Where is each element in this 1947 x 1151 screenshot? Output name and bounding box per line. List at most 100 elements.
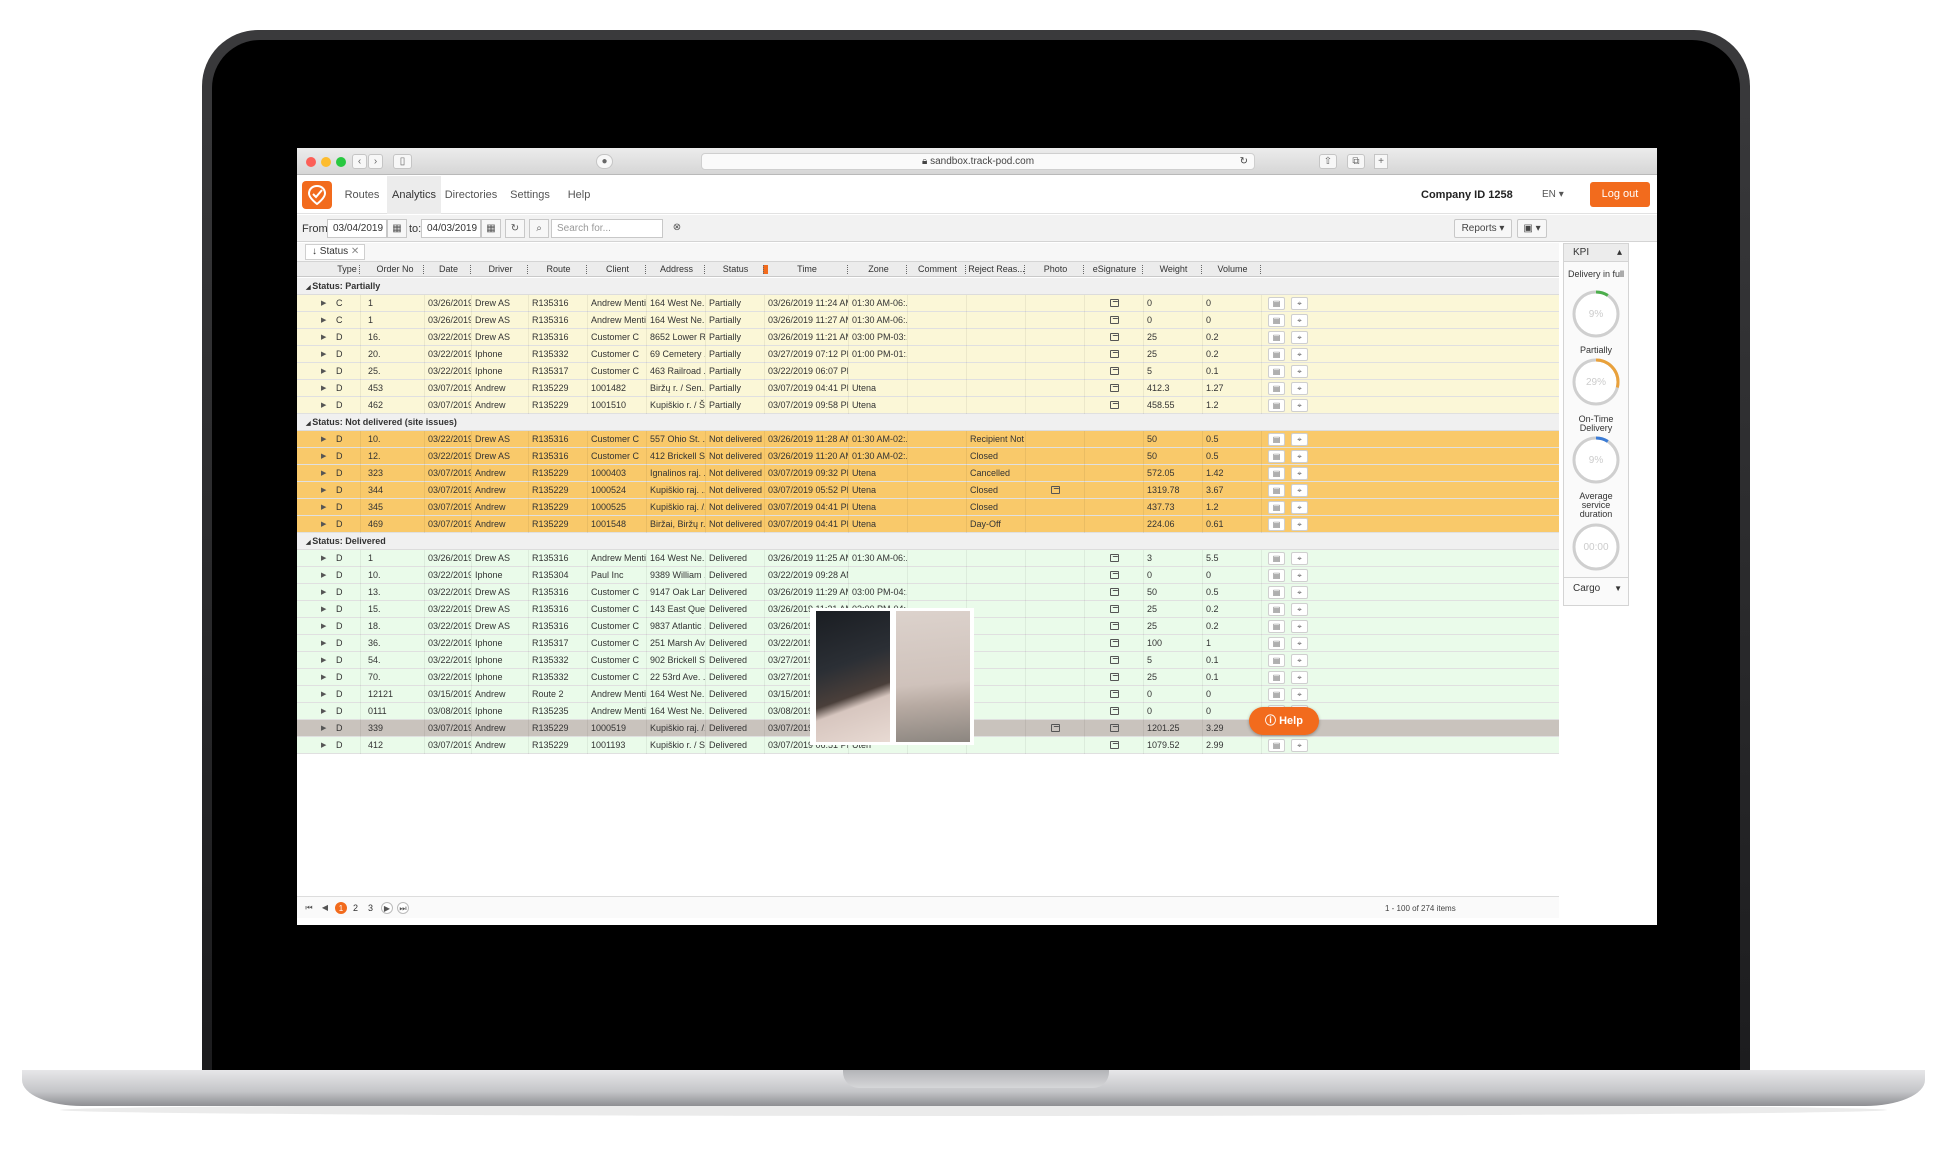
map-pin-icon[interactable]: ⌖: [1291, 331, 1308, 344]
map-pin-icon[interactable]: ⌖: [1291, 552, 1308, 565]
image-icon[interactable]: [1109, 707, 1119, 715]
map-pin-icon[interactable]: ⌖: [1291, 433, 1308, 446]
nav-tab-routes[interactable]: Routes: [337, 176, 387, 214]
expand-row-icon[interactable]: ▶: [321, 397, 326, 414]
last-page-icon[interactable]: ⏭: [397, 902, 409, 914]
map-pin-icon[interactable]: ⌖: [1291, 314, 1308, 327]
pdf-icon[interactable]: ▤: [1268, 348, 1285, 361]
table-cell[interactable]: [1085, 635, 1144, 652]
address-bar[interactable]: 🔒︎ sandbox.track-pod.com ↻: [701, 153, 1255, 170]
expand-row-icon[interactable]: ▶: [321, 380, 326, 397]
first-page-icon[interactable]: ⏮: [303, 902, 315, 914]
column-header[interactable]: Status: [706, 264, 765, 274]
reload-icon[interactable]: ↻: [1240, 154, 1248, 169]
search-input[interactable]: Search for...: [551, 219, 663, 238]
prev-page-icon[interactable]: ◀: [319, 902, 331, 914]
pdf-icon[interactable]: ▤: [1268, 620, 1285, 633]
expand-row-icon[interactable]: ▶: [321, 635, 326, 652]
table-cell[interactable]: [1085, 550, 1144, 567]
back-icon[interactable]: ‹: [352, 154, 367, 169]
map-pin-icon[interactable]: ⌖: [1291, 603, 1308, 616]
pdf-icon[interactable]: ▤: [1268, 467, 1285, 480]
tabs-icon[interactable]: ⧉: [1347, 154, 1365, 169]
table-cell[interactable]: [1085, 295, 1144, 312]
pdf-icon[interactable]: ▤: [1268, 297, 1285, 310]
column-header[interactable]: Client: [588, 264, 647, 274]
group-header[interactable]: ◢ Status: Not delivered (site issues): [297, 414, 1559, 431]
table-cell[interactable]: [1085, 720, 1144, 737]
image-icon[interactable]: [1109, 316, 1119, 324]
table-cell[interactable]: [1085, 618, 1144, 635]
table-row[interactable]: ▶ D 16. 03/22/2019 Drew AS R135316 Customer C8…: [297, 329, 1559, 346]
column-header[interactable]: Order No: [365, 264, 425, 274]
expand-row-icon[interactable]: ▶: [321, 652, 326, 669]
page-1[interactable]: 1: [335, 902, 347, 914]
expand-row-icon[interactable]: ▶: [321, 465, 326, 482]
expand-row-icon[interactable]: ▶: [321, 312, 326, 329]
map-pin-icon[interactable]: ⌖: [1291, 467, 1308, 480]
image-icon[interactable]: [1109, 367, 1119, 375]
minimize-window-button[interactable]: [321, 157, 331, 167]
image-icon[interactable]: [1109, 588, 1119, 596]
map-pin-icon[interactable]: ⌖: [1291, 382, 1308, 395]
map-pin-icon[interactable]: ⌖: [1291, 671, 1308, 684]
image-icon[interactable]: [1109, 554, 1119, 562]
image-icon[interactable]: [1050, 724, 1060, 732]
expand-row-icon[interactable]: ▶: [321, 482, 326, 499]
map-pin-icon[interactable]: ⌖: [1291, 620, 1308, 633]
table-row[interactable]: ▶ D 344 03/07/2019 Andrew R135229 1000524 Kupiš…: [297, 482, 1559, 499]
nav-tab-directories[interactable]: Directories: [441, 176, 501, 214]
map-pin-icon[interactable]: ⌖: [1291, 637, 1308, 650]
expand-row-icon[interactable]: ▶: [321, 550, 326, 567]
expand-row-icon[interactable]: ▶: [321, 686, 326, 703]
image-icon[interactable]: [1050, 486, 1060, 494]
logout-button[interactable]: Log out: [1590, 182, 1650, 207]
table-cell[interactable]: [1085, 312, 1144, 329]
expand-row-icon[interactable]: ▶: [321, 499, 326, 516]
page-3[interactable]: 3: [368, 902, 373, 914]
group-chip-status[interactable]: ↓ Status ✕: [305, 244, 365, 260]
table-cell[interactable]: [1085, 567, 1144, 584]
pdf-icon[interactable]: ▤: [1268, 484, 1285, 497]
table-row[interactable]: ▶ D 462 03/07/2019 Andrew R135229 1001510 Kupiš…: [297, 397, 1559, 414]
table-cell[interactable]: [1085, 703, 1144, 720]
cargo-dropdown[interactable]: Cargo ▼: [1564, 577, 1628, 599]
pdf-icon[interactable]: ▤: [1268, 382, 1285, 395]
delivery-photo-2[interactable]: [896, 611, 970, 742]
from-date-input[interactable]: 03/04/2019: [327, 219, 387, 238]
calendar-icon[interactable]: ▦: [387, 219, 407, 238]
map-pin-icon[interactable]: ⌖: [1291, 586, 1308, 599]
column-header[interactable]: Date: [425, 264, 472, 274]
image-icon[interactable]: [1109, 384, 1119, 392]
table-row[interactable]: ▶ D 12. 03/22/2019 Drew AS R135316 Customer C4…: [297, 448, 1559, 465]
table-cell[interactable]: [1085, 686, 1144, 703]
table-cell[interactable]: [1085, 652, 1144, 669]
map-pin-icon[interactable]: ⌖: [1291, 518, 1308, 531]
pdf-icon[interactable]: ▤: [1268, 739, 1285, 752]
image-icon[interactable]: [1109, 622, 1119, 630]
table-cell[interactable]: [1085, 737, 1144, 754]
expand-row-icon[interactable]: ▶: [321, 669, 326, 686]
nav-tab-help[interactable]: Help: [559, 176, 599, 214]
pdf-icon[interactable]: ▤: [1268, 518, 1285, 531]
map-pin-icon[interactable]: ⌖: [1291, 297, 1308, 310]
column-header[interactable]: Route: [529, 264, 588, 274]
sidebar-icon[interactable]: ▯: [393, 154, 412, 169]
expand-row-icon[interactable]: ▶: [321, 295, 326, 312]
column-header[interactable]: Driver: [472, 264, 529, 274]
map-pin-icon[interactable]: ⌖: [1291, 501, 1308, 514]
group-header[interactable]: ◢ Status: Partially: [297, 278, 1559, 295]
expand-row-icon[interactable]: ▶: [321, 448, 326, 465]
table-cell[interactable]: [1085, 397, 1144, 414]
image-icon[interactable]: [1109, 690, 1119, 698]
privacy-icon[interactable]: ●: [596, 154, 613, 169]
expand-row-icon[interactable]: ▶: [321, 737, 326, 754]
table-row[interactable]: ▶ D 10. 03/22/2019 Drew AS R135316 Customer C5…: [297, 431, 1559, 448]
close-icon[interactable]: ✕: [351, 246, 359, 257]
table-cell[interactable]: [1026, 482, 1085, 499]
close-window-button[interactable]: [306, 157, 316, 167]
nav-tab-analytics[interactable]: Analytics: [387, 176, 441, 214]
column-header[interactable]: eSignature: [1085, 264, 1144, 274]
column-header[interactable]: Time: [765, 264, 849, 274]
image-icon[interactable]: [1109, 350, 1119, 358]
